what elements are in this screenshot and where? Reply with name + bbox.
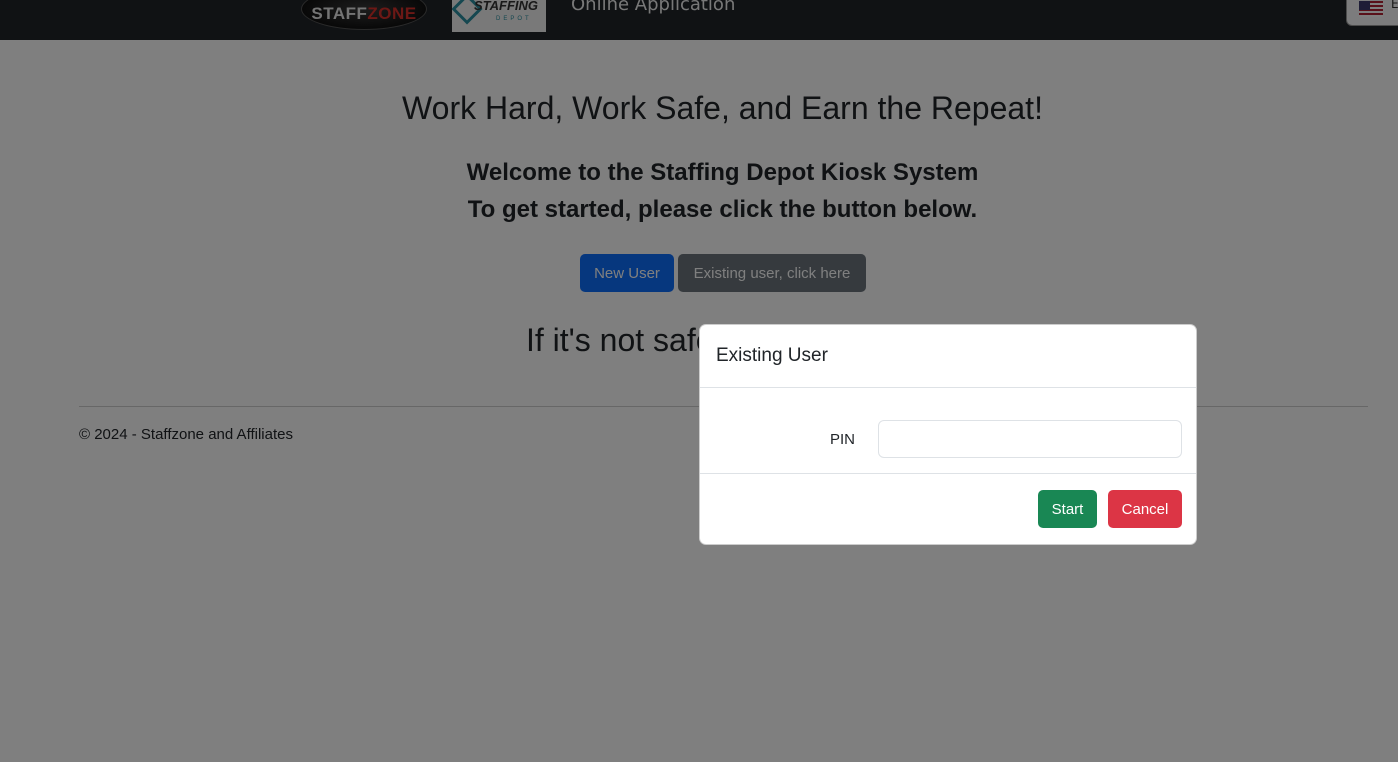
existing-user-modal: Existing User PIN Start Cancel xyxy=(699,324,1197,545)
pin-label: PIN xyxy=(830,431,856,448)
pin-input[interactable] xyxy=(878,420,1182,458)
modal-header: Existing User xyxy=(700,325,1196,388)
modal-footer-divider xyxy=(700,473,1196,474)
start-button[interactable]: Start xyxy=(1038,490,1097,528)
modal-title: Existing User xyxy=(716,345,828,366)
cancel-button[interactable]: Cancel xyxy=(1108,490,1182,528)
